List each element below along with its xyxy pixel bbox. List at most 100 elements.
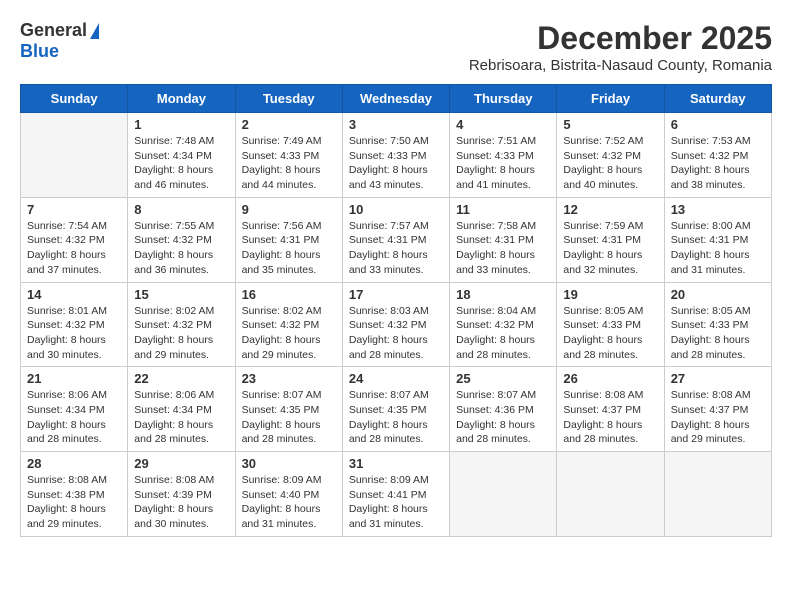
- day-info: Sunrise: 8:09 AM Sunset: 4:40 PM Dayligh…: [242, 473, 336, 532]
- calendar-title: December 2025: [469, 20, 772, 57]
- day-number: 20: [671, 287, 765, 302]
- day-number: 22: [134, 371, 228, 386]
- calendar-header-cell: Thursday: [450, 85, 557, 113]
- calendar-day-cell: 13 Sunrise: 8:00 AM Sunset: 4:31 PM Dayli…: [664, 197, 771, 282]
- day-number: 12: [563, 202, 657, 217]
- day-number: 25: [456, 371, 550, 386]
- header: General Blue December 2025 Rebrisoara, B…: [20, 20, 772, 74]
- day-info: Sunrise: 8:08 AM Sunset: 4:37 PM Dayligh…: [563, 388, 657, 447]
- day-info: Sunrise: 8:08 AM Sunset: 4:39 PM Dayligh…: [134, 473, 228, 532]
- day-info: Sunrise: 8:08 AM Sunset: 4:37 PM Dayligh…: [671, 388, 765, 447]
- day-number: 26: [563, 371, 657, 386]
- calendar-header-cell: Sunday: [21, 85, 128, 113]
- calendar-day-cell: 23 Sunrise: 8:07 AM Sunset: 4:35 PM Dayli…: [235, 367, 342, 452]
- day-number: 24: [349, 371, 443, 386]
- calendar-header-cell: Monday: [128, 85, 235, 113]
- day-info: Sunrise: 8:00 AM Sunset: 4:31 PM Dayligh…: [671, 219, 765, 278]
- day-info: Sunrise: 7:55 AM Sunset: 4:32 PM Dayligh…: [134, 219, 228, 278]
- day-info: Sunrise: 7:59 AM Sunset: 4:31 PM Dayligh…: [563, 219, 657, 278]
- calendar-day-cell: 29 Sunrise: 8:08 AM Sunset: 4:39 PM Dayli…: [128, 452, 235, 537]
- day-number: 13: [671, 202, 765, 217]
- calendar-header-cell: Saturday: [664, 85, 771, 113]
- calendar-day-cell: [557, 452, 664, 537]
- calendar-header-cell: Wednesday: [342, 85, 449, 113]
- calendar-day-cell: 2 Sunrise: 7:49 AM Sunset: 4:33 PM Daylig…: [235, 113, 342, 198]
- calendar-week-row: 7 Sunrise: 7:54 AM Sunset: 4:32 PM Daylig…: [21, 197, 772, 282]
- day-number: 28: [27, 456, 121, 471]
- day-info: Sunrise: 7:51 AM Sunset: 4:33 PM Dayligh…: [456, 134, 550, 193]
- day-info: Sunrise: 8:04 AM Sunset: 4:32 PM Dayligh…: [456, 304, 550, 363]
- calendar-day-cell: 28 Sunrise: 8:08 AM Sunset: 4:38 PM Dayli…: [21, 452, 128, 537]
- day-number: 30: [242, 456, 336, 471]
- day-info: Sunrise: 7:52 AM Sunset: 4:32 PM Dayligh…: [563, 134, 657, 193]
- calendar-day-cell: 8 Sunrise: 7:55 AM Sunset: 4:32 PM Daylig…: [128, 197, 235, 282]
- calendar-day-cell: 18 Sunrise: 8:04 AM Sunset: 4:32 PM Dayli…: [450, 282, 557, 367]
- day-number: 5: [563, 117, 657, 132]
- day-info: Sunrise: 7:54 AM Sunset: 4:32 PM Dayligh…: [27, 219, 121, 278]
- calendar-day-cell: 1 Sunrise: 7:48 AM Sunset: 4:34 PM Daylig…: [128, 113, 235, 198]
- day-info: Sunrise: 7:48 AM Sunset: 4:34 PM Dayligh…: [134, 134, 228, 193]
- calendar-day-cell: 22Sunrise: 8:06 AM Sunset: 4:34 PM Dayli…: [128, 367, 235, 452]
- day-info: Sunrise: 7:57 AM Sunset: 4:31 PM Dayligh…: [349, 219, 443, 278]
- logo-general: General: [20, 20, 87, 41]
- calendar-day-cell: [450, 452, 557, 537]
- calendar-day-cell: 6Sunrise: 7:53 AM Sunset: 4:32 PM Daylig…: [664, 113, 771, 198]
- day-number: 1: [134, 117, 228, 132]
- day-number: 27: [671, 371, 765, 386]
- calendar-day-cell: 11 Sunrise: 7:58 AM Sunset: 4:31 PM Dayli…: [450, 197, 557, 282]
- calendar-day-cell: [21, 113, 128, 198]
- calendar-day-cell: 25 Sunrise: 8:07 AM Sunset: 4:36 PM Dayli…: [450, 367, 557, 452]
- day-number: 17: [349, 287, 443, 302]
- calendar-day-cell: 10Sunrise: 7:57 AM Sunset: 4:31 PM Dayli…: [342, 197, 449, 282]
- calendar-day-cell: 5 Sunrise: 7:52 AM Sunset: 4:32 PM Daylig…: [557, 113, 664, 198]
- calendar-week-row: 1 Sunrise: 7:48 AM Sunset: 4:34 PM Daylig…: [21, 113, 772, 198]
- calendar-header-row: SundayMondayTuesdayWednesdayThursdayFrid…: [21, 85, 772, 113]
- calendar-day-cell: 31Sunrise: 8:09 AM Sunset: 4:41 PM Dayli…: [342, 452, 449, 537]
- day-number: 23: [242, 371, 336, 386]
- day-number: 11: [456, 202, 550, 217]
- calendar-day-cell: 24 Sunrise: 8:07 AM Sunset: 4:35 PM Dayli…: [342, 367, 449, 452]
- day-number: 2: [242, 117, 336, 132]
- day-number: 14: [27, 287, 121, 302]
- calendar-header-cell: Tuesday: [235, 85, 342, 113]
- day-info: Sunrise: 8:07 AM Sunset: 4:35 PM Dayligh…: [349, 388, 443, 447]
- calendar-day-cell: [664, 452, 771, 537]
- day-info: Sunrise: 8:05 AM Sunset: 4:33 PM Dayligh…: [563, 304, 657, 363]
- calendar-day-cell: 26 Sunrise: 8:08 AM Sunset: 4:37 PM Dayli…: [557, 367, 664, 452]
- calendar-day-cell: 3 Sunrise: 7:50 AM Sunset: 4:33 PM Daylig…: [342, 113, 449, 198]
- day-info: Sunrise: 8:06 AM Sunset: 4:34 PM Dayligh…: [27, 388, 121, 447]
- logo-blue: Blue: [20, 41, 59, 62]
- day-number: 29: [134, 456, 228, 471]
- day-info: Sunrise: 8:02 AM Sunset: 4:32 PM Dayligh…: [242, 304, 336, 363]
- day-info: Sunrise: 7:58 AM Sunset: 4:31 PM Dayligh…: [456, 219, 550, 278]
- calendar-day-cell: 27 Sunrise: 8:08 AM Sunset: 4:37 PM Dayli…: [664, 367, 771, 452]
- day-number: 3: [349, 117, 443, 132]
- logo-icon: [90, 23, 99, 39]
- day-number: 18: [456, 287, 550, 302]
- day-info: Sunrise: 7:56 AM Sunset: 4:31 PM Dayligh…: [242, 219, 336, 278]
- calendar-day-cell: 20Sunrise: 8:05 AM Sunset: 4:33 PM Dayli…: [664, 282, 771, 367]
- calendar-week-row: 28 Sunrise: 8:08 AM Sunset: 4:38 PM Dayli…: [21, 452, 772, 537]
- calendar-day-cell: 30 Sunrise: 8:09 AM Sunset: 4:40 PM Dayli…: [235, 452, 342, 537]
- day-number: 15: [134, 287, 228, 302]
- day-info: Sunrise: 8:03 AM Sunset: 4:32 PM Dayligh…: [349, 304, 443, 363]
- day-info: Sunrise: 7:50 AM Sunset: 4:33 PM Dayligh…: [349, 134, 443, 193]
- calendar-day-cell: 9 Sunrise: 7:56 AM Sunset: 4:31 PM Daylig…: [235, 197, 342, 282]
- day-info: Sunrise: 8:01 AM Sunset: 4:32 PM Dayligh…: [27, 304, 121, 363]
- day-info: Sunrise: 8:07 AM Sunset: 4:35 PM Dayligh…: [242, 388, 336, 447]
- calendar-week-row: 21 Sunrise: 8:06 AM Sunset: 4:34 PM Dayli…: [21, 367, 772, 452]
- calendar-subtitle: Rebrisoara, Bistrita-Nasaud County, Roma…: [469, 57, 772, 74]
- day-info: Sunrise: 8:08 AM Sunset: 4:38 PM Dayligh…: [27, 473, 121, 532]
- day-info: Sunrise: 7:49 AM Sunset: 4:33 PM Dayligh…: [242, 134, 336, 193]
- day-number: 6: [671, 117, 765, 132]
- calendar-day-cell: 19Sunrise: 8:05 AM Sunset: 4:33 PM Dayli…: [557, 282, 664, 367]
- day-info: Sunrise: 8:07 AM Sunset: 4:36 PM Dayligh…: [456, 388, 550, 447]
- day-number: 9: [242, 202, 336, 217]
- day-number: 7: [27, 202, 121, 217]
- calendar-day-cell: 15Sunrise: 8:02 AM Sunset: 4:32 PM Dayli…: [128, 282, 235, 367]
- day-number: 4: [456, 117, 550, 132]
- day-number: 8: [134, 202, 228, 217]
- day-number: 21: [27, 371, 121, 386]
- logo: General Blue: [20, 20, 99, 62]
- day-number: 16: [242, 287, 336, 302]
